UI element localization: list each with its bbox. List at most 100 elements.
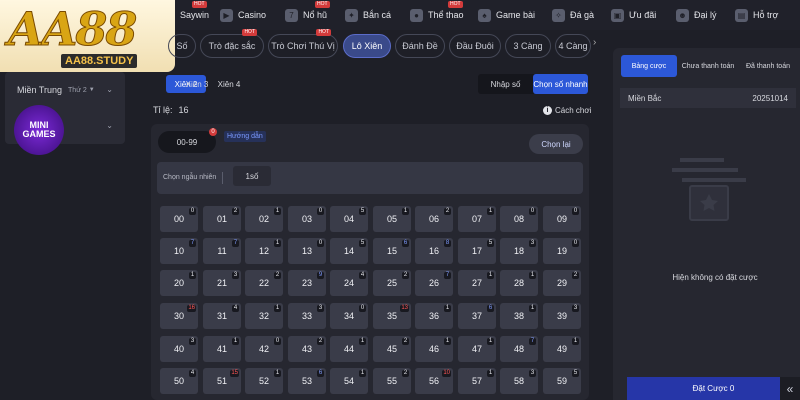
nav-item-casino[interactable]: ▶ Casino bbox=[220, 7, 266, 23]
number-cell[interactable]: 06 2 bbox=[415, 206, 453, 232]
double-chevron-left-icon[interactable]: « bbox=[780, 377, 800, 400]
subtab-xien-3-label[interactable]: Xiên 3 bbox=[181, 75, 213, 93]
number-cell[interactable]: 23 9 bbox=[288, 270, 326, 296]
number-cell[interactable]: 50 4 bbox=[160, 368, 198, 394]
number-cell[interactable]: 26 7 bbox=[415, 270, 453, 296]
number-cell[interactable]: 14 5 bbox=[330, 238, 368, 264]
number-cell[interactable]: 54 1 bbox=[330, 368, 368, 394]
number-cell[interactable]: 27 1 bbox=[458, 270, 496, 296]
number-cell[interactable]: 25 2 bbox=[373, 270, 411, 296]
number-cell[interactable]: 48 7 bbox=[500, 336, 538, 362]
number-cell[interactable]: 32 1 bbox=[245, 303, 283, 329]
number-cell[interactable]: 33 3 bbox=[288, 303, 326, 329]
number-cell[interactable]: 46 1 bbox=[415, 336, 453, 362]
number-cell[interactable]: 49 1 bbox=[543, 336, 581, 362]
number-cell[interactable]: 44 1 bbox=[330, 336, 368, 362]
tab-tro-choi-thu-vi[interactable]: Trò Chơi Thú Vị HOT bbox=[268, 29, 338, 58]
number-cell[interactable]: 15 6 bbox=[373, 238, 411, 264]
tab-paid[interactable]: Đã thanh toán bbox=[739, 55, 797, 77]
number-cell[interactable]: 35 13 bbox=[373, 303, 411, 329]
range-selector[interactable]: 00-99 bbox=[158, 131, 216, 153]
tab-so[interactable]: Số bbox=[168, 34, 196, 58]
tab-bet-slip[interactable]: Bảng cược bbox=[621, 55, 677, 77]
number-cell[interactable]: 47 1 bbox=[458, 336, 496, 362]
number-cell[interactable]: 24 4 bbox=[330, 270, 368, 296]
number-cell[interactable]: 10 7 bbox=[160, 238, 198, 264]
number-cell[interactable]: 05 1 bbox=[373, 206, 411, 232]
chevron-right-icon[interactable]: › bbox=[593, 37, 596, 48]
number-count-badge: 0 bbox=[359, 305, 366, 312]
number-cell[interactable]: 37 6 bbox=[458, 303, 496, 329]
number-cell[interactable]: 39 3 bbox=[543, 303, 581, 329]
number-cell[interactable]: 36 1 bbox=[415, 303, 453, 329]
number-cell[interactable]: 03 0 bbox=[288, 206, 326, 232]
number-cell[interactable]: 30 16 bbox=[160, 303, 198, 329]
quick-select-button[interactable]: Chọn số nhanh bbox=[533, 74, 588, 94]
nav-item-the-thao[interactable]: ● Thể thao HOT bbox=[410, 1, 464, 23]
number-cell[interactable]: 13 0 bbox=[288, 238, 326, 264]
number-cell[interactable]: 45 2 bbox=[373, 336, 411, 362]
number-cell[interactable]: 19 0 bbox=[543, 238, 581, 264]
number-cell[interactable]: 28 1 bbox=[500, 270, 538, 296]
tab-danh-de[interactable]: Đánh Đề bbox=[395, 34, 445, 58]
number-cell[interactable]: 18 3 bbox=[500, 238, 538, 264]
nav-item-saywin[interactable]: Saywin HOT bbox=[180, 1, 209, 23]
number-count-badge: 6 bbox=[402, 240, 409, 247]
guide-link[interactable]: Hướng dẫn bbox=[224, 131, 266, 142]
number-count-badge: 1 bbox=[189, 272, 196, 279]
tab-dau-duoi[interactable]: Đầu Đuôi bbox=[449, 34, 501, 58]
tab-tro-dac-sac[interactable]: Trò đặc sắc HOT bbox=[200, 29, 264, 58]
number-cell[interactable]: 07 1 bbox=[458, 206, 496, 232]
random-pick-button[interactable]: 1số bbox=[233, 166, 271, 186]
nav-item-ho-tro[interactable]: ▤ Hỗ trợ bbox=[735, 7, 778, 23]
promo-icon: ▣ bbox=[611, 8, 624, 22]
number-cell[interactable]: 08 0 bbox=[500, 206, 538, 232]
number-cell[interactable]: 29 2 bbox=[543, 270, 581, 296]
nav-item-uu-dai[interactable]: ▣ Ưu đãi bbox=[611, 7, 656, 23]
number-cell[interactable]: 38 1 bbox=[500, 303, 538, 329]
number-cell[interactable]: 01 2 bbox=[203, 206, 241, 232]
number-cell[interactable]: 58 3 bbox=[500, 368, 538, 394]
number-cell[interactable]: 22 2 bbox=[245, 270, 283, 296]
subtab-xien-4[interactable]: Xiên 4 bbox=[214, 75, 244, 93]
number-cell[interactable]: 52 1 bbox=[245, 368, 283, 394]
nav-item-dai-ly[interactable]: ☻ Đại lý bbox=[676, 7, 717, 23]
number-cell[interactable]: 04 5 bbox=[330, 206, 368, 232]
place-bet-button[interactable]: Đặt Cược 0 bbox=[627, 377, 800, 400]
number-cell[interactable]: 57 1 bbox=[458, 368, 496, 394]
nav-item-no-hu[interactable]: 7 Nổ hũ HOT bbox=[285, 1, 330, 23]
number-cell[interactable]: 16 8 bbox=[415, 238, 453, 264]
number-cell[interactable]: 51 15 bbox=[203, 368, 241, 394]
mini-games-button[interactable]: MINI GAMES bbox=[14, 105, 64, 155]
number-cell[interactable]: 12 1 bbox=[245, 238, 283, 264]
tab-3-cang[interactable]: 3 Càng bbox=[505, 34, 551, 58]
number-cell[interactable]: 40 3 bbox=[160, 336, 198, 362]
nav-item-da-ga[interactable]: ✧ Đá gà bbox=[552, 7, 594, 23]
number-cell[interactable]: 41 1 bbox=[203, 336, 241, 362]
nav-item-game-bai[interactable]: ♠ Game bài bbox=[478, 7, 535, 23]
manual-input-button[interactable]: Nhập số bbox=[478, 74, 533, 94]
number-count-badge: 1 bbox=[444, 338, 451, 345]
number-cell[interactable]: 42 0 bbox=[245, 336, 283, 362]
number-cell[interactable]: 53 6 bbox=[288, 368, 326, 394]
tab-unpaid[interactable]: Chưa thanh toán bbox=[679, 55, 737, 77]
number-cell[interactable]: 59 5 bbox=[543, 368, 581, 394]
number-cell[interactable]: 55 2 bbox=[373, 368, 411, 394]
number-cell[interactable]: 43 2 bbox=[288, 336, 326, 362]
tab-4-cang[interactable]: 4 Càng bbox=[555, 34, 591, 58]
reset-button[interactable]: Chọn lại bbox=[529, 134, 583, 154]
tab-lo-xien[interactable]: Lô Xiên bbox=[343, 34, 391, 58]
number-cell[interactable]: 11 7 bbox=[203, 238, 241, 264]
number-cell[interactable]: 00 0 bbox=[160, 206, 198, 232]
number-cell[interactable]: 09 0 bbox=[543, 206, 581, 232]
number-cell[interactable]: 20 1 bbox=[160, 270, 198, 296]
sidebar-item-region[interactable]: Miền Trung Thứ 2 ▼ ⌄ bbox=[5, 80, 125, 100]
number-cell[interactable]: 34 0 bbox=[330, 303, 368, 329]
nav-item-ban-ca[interactable]: ✦ Bắn cá bbox=[345, 7, 391, 23]
number-cell[interactable]: 02 1 bbox=[245, 206, 283, 232]
how-to-play-link[interactable]: i Cách chơi bbox=[543, 106, 591, 115]
number-cell[interactable]: 17 5 bbox=[458, 238, 496, 264]
number-cell[interactable]: 56 10 bbox=[415, 368, 453, 394]
number-cell[interactable]: 21 3 bbox=[203, 270, 241, 296]
number-cell[interactable]: 31 4 bbox=[203, 303, 241, 329]
